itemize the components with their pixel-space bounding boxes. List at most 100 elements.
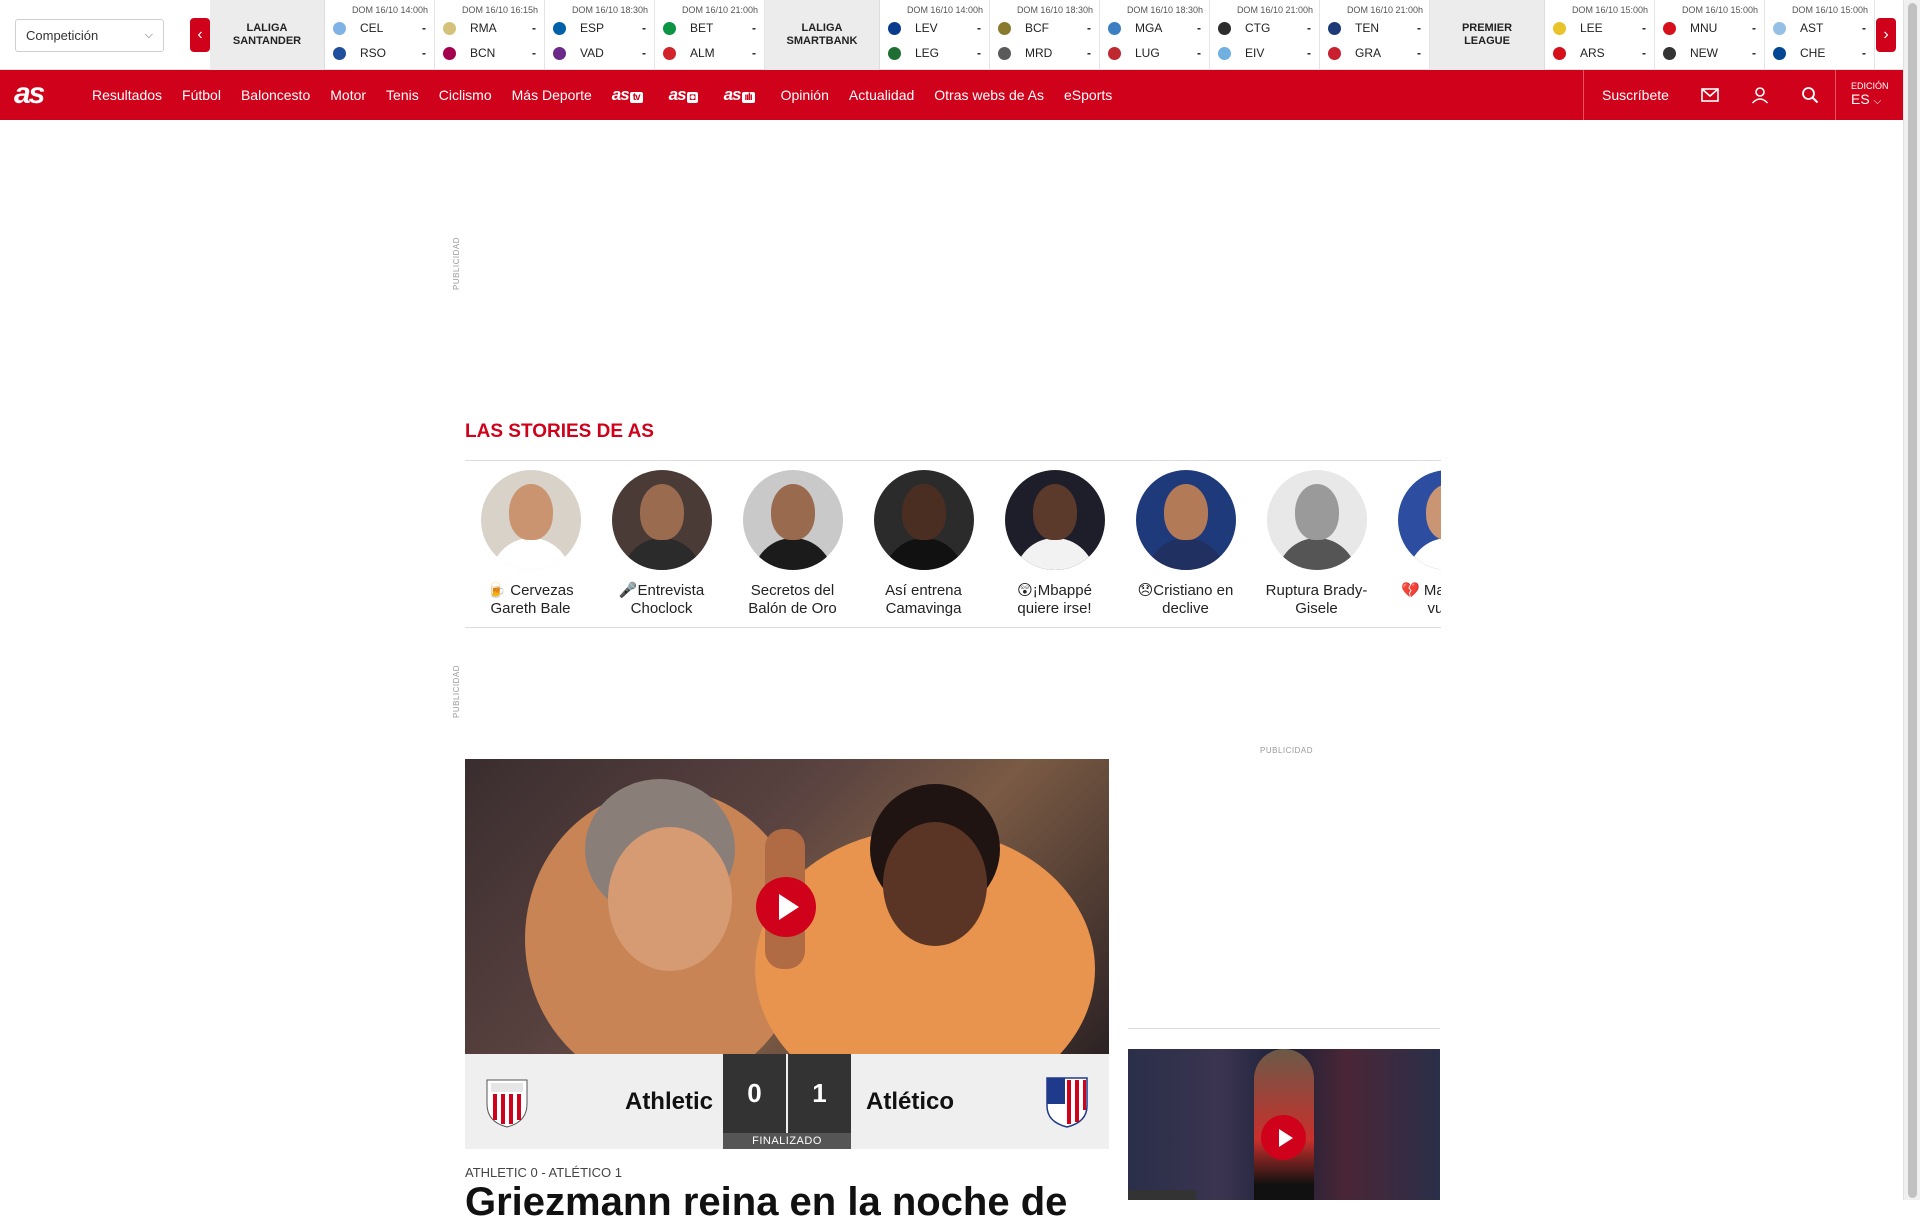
nav-item[interactable]: eSports bbox=[1064, 87, 1112, 103]
team-abbr: NEW bbox=[1690, 46, 1718, 60]
nav-item[interactable]: Ciclismo bbox=[439, 87, 492, 103]
main-video[interactable] bbox=[465, 759, 1109, 1054]
competition-select[interactable]: Competición ⌵ bbox=[15, 19, 164, 52]
team-abbr: ARS bbox=[1580, 46, 1605, 60]
team-score: - bbox=[1197, 46, 1201, 60]
match-scoreboard[interactable]: Athletic 0 1 FINALIZADO Atlético bbox=[465, 1054, 1109, 1149]
story-item[interactable]: 😞Cristiano en declive bbox=[1120, 470, 1251, 620]
nav-item[interactable]: Motor bbox=[330, 87, 366, 103]
nav-item[interactable]: Más Deporte bbox=[512, 87, 592, 103]
match-card[interactable]: DOM 16/10 18:30h MGA - LUG - bbox=[1100, 0, 1210, 70]
team-abbr: CHE bbox=[1800, 46, 1826, 60]
match-card[interactable]: DOM 16/10 21:00h TEN - GRA - bbox=[1320, 0, 1430, 70]
team-crest-icon bbox=[333, 21, 346, 35]
team-abbr: RSO bbox=[360, 46, 387, 60]
match-card[interactable]: DOM 16/10 15:00h LEE - ARS - bbox=[1545, 0, 1655, 70]
story-item[interactable]: 💔 Marcos ha vuelto bbox=[1382, 470, 1441, 620]
league-label[interactable]: LALIGA SANTANDER bbox=[210, 0, 325, 70]
team-abbr: LEE bbox=[1580, 21, 1603, 35]
story-item[interactable]: Ruptura Brady-Gisele bbox=[1251, 470, 1382, 620]
team-abbr: MGA bbox=[1135, 21, 1163, 35]
team-crest-icon bbox=[333, 46, 346, 60]
scrollbar-thumb[interactable] bbox=[1908, 3, 1917, 1198]
subscribe-link[interactable]: Suscríbete bbox=[1583, 70, 1685, 120]
match-row-away: CHE - bbox=[1773, 45, 1866, 61]
match-card[interactable]: DOM 16/10 15:00h AST - CHE - bbox=[1765, 0, 1875, 70]
league-label[interactable]: LALIGA SMARTBANK bbox=[765, 0, 880, 70]
article-headline[interactable]: Griezmann reina en la noche de bbox=[465, 1182, 1067, 1222]
story-item[interactable]: Así entrena Camavinga bbox=[858, 470, 989, 620]
play-icon bbox=[779, 894, 799, 920]
story-avatar bbox=[1135, 470, 1236, 570]
team-abbr: BCF bbox=[1025, 21, 1049, 35]
nav-item[interactable]: Opinión bbox=[781, 87, 829, 103]
match-card[interactable]: DOM 16/10 18:30h ESP - VAD - bbox=[545, 0, 655, 70]
nav-brand-link[interactable]: as tv bbox=[612, 85, 643, 105]
team-abbr: VAD bbox=[580, 46, 604, 60]
team-abbr: ESP bbox=[580, 21, 605, 35]
match-card[interactable]: DOM 16/10 21:00h CTG - EIV - bbox=[1210, 0, 1320, 70]
nav-menu: Resultados Fútbol Baloncesto Motor Tenis Cicl… bbox=[92, 70, 1132, 120]
nav-item[interactable]: Baloncesto bbox=[241, 87, 310, 103]
nav-item[interactable]: Resultados bbox=[92, 87, 162, 103]
nav-item[interactable]: Fútbol bbox=[182, 87, 221, 103]
user-button[interactable] bbox=[1735, 70, 1785, 120]
match-card[interactable]: DOM 16/10 15:00h MNU - NEW - bbox=[1655, 0, 1765, 70]
story-avatar-body bbox=[752, 538, 833, 570]
story-item[interactable]: 😲¡Mbappé quiere irse! bbox=[989, 470, 1120, 620]
team-score: - bbox=[1197, 21, 1201, 35]
story-item[interactable]: 🍺 Cervezas Gareth Bale bbox=[465, 470, 596, 620]
team-crest-icon bbox=[888, 21, 901, 35]
story-avatar bbox=[742, 470, 843, 570]
match-date: DOM 16/10 21:00h bbox=[681, 5, 758, 15]
team-abbr: EIV bbox=[1245, 46, 1265, 60]
edition-selector[interactable]: EDICIÓN ES ⌵ bbox=[1835, 70, 1903, 120]
team-crest-icon bbox=[998, 46, 1011, 60]
match-card[interactable]: DOM 16/10 21:00h BET - ALM - bbox=[655, 0, 765, 70]
match-card[interactable]: DOM 16/10 14:00h CEL - RSO - bbox=[325, 0, 435, 70]
team-crest-icon bbox=[1553, 21, 1566, 35]
user-icon bbox=[1751, 87, 1769, 104]
play-button[interactable] bbox=[1261, 1115, 1306, 1160]
newsletter-button[interactable] bbox=[1685, 70, 1735, 120]
ad-label: PUBLICIDAD bbox=[452, 236, 461, 290]
story-avatar-body bbox=[1145, 538, 1226, 570]
match-card[interactable]: DOM 16/10 16:15h RMA - BCN - bbox=[435, 0, 545, 70]
play-button[interactable] bbox=[756, 877, 816, 937]
as-logo[interactable]: as bbox=[14, 78, 45, 110]
nav-item[interactable]: Actualidad bbox=[849, 87, 914, 103]
story-label: 💔 Marcos ha vuelto bbox=[1401, 582, 1441, 617]
team-abbr: LEG bbox=[915, 46, 940, 60]
team-score: - bbox=[977, 21, 981, 35]
match-date: DOM 16/10 15:00h bbox=[1681, 5, 1758, 15]
match-card[interactable]: DOM 16/10 18:30h BCF - MRD - bbox=[990, 0, 1100, 70]
story-avatar-body bbox=[1407, 538, 1441, 570]
match-card[interactable]: DOM 16/10 14:00h LEV - LEG - bbox=[880, 0, 990, 70]
team-crest-icon bbox=[663, 46, 676, 60]
nav-brand-link[interactable]: as ıılı bbox=[724, 85, 755, 105]
story-item[interactable]: 🎤Entrevista Choclock bbox=[596, 470, 727, 620]
side-video[interactable] bbox=[1128, 1049, 1440, 1200]
nav-brand-link[interactable]: as ◘ bbox=[669, 85, 698, 105]
team-score: - bbox=[1642, 21, 1646, 35]
match-row-away: ARS - bbox=[1553, 45, 1646, 61]
scores-prev-button[interactable]: ‹ bbox=[190, 18, 210, 52]
team-abbr: LEV bbox=[915, 21, 938, 35]
league-label[interactable]: PREMIER LEAGUE bbox=[1430, 0, 1545, 70]
nav-item[interactable]: Otras webs de As bbox=[934, 87, 1044, 103]
team-score: - bbox=[1087, 21, 1091, 35]
nav-item[interactable]: Tenis bbox=[386, 87, 419, 103]
team-crest-icon bbox=[998, 21, 1011, 35]
match-row-away: EIV - bbox=[1218, 45, 1311, 61]
team-crest-icon bbox=[1553, 46, 1566, 60]
story-item[interactable]: Secretos del Balón de Oro bbox=[727, 470, 858, 620]
scrollbar[interactable] bbox=[1903, 0, 1920, 1200]
team-score: - bbox=[1417, 46, 1421, 60]
athletic-crest-icon bbox=[486, 1079, 528, 1128]
search-button[interactable] bbox=[1785, 70, 1835, 120]
match-date: DOM 16/10 18:30h bbox=[1016, 5, 1093, 15]
story-avatar-face bbox=[1032, 484, 1077, 540]
story-avatar-face bbox=[639, 484, 684, 540]
story-avatar-body bbox=[621, 538, 702, 570]
scores-next-button[interactable]: › bbox=[1876, 18, 1896, 52]
